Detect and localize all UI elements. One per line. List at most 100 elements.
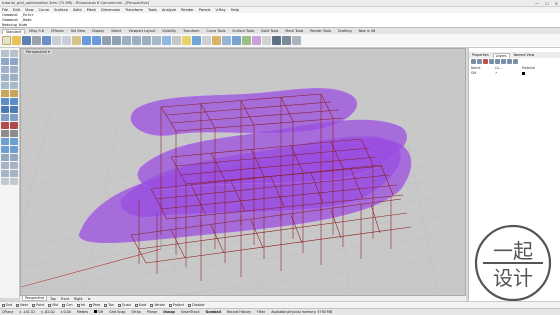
tab-front[interactable]: Front — [59, 297, 71, 301]
layer-icon[interactable] — [222, 36, 231, 45]
rotate-view-icon[interactable] — [112, 36, 121, 45]
split-icon[interactable] — [10, 162, 18, 169]
surface-icon[interactable] — [1, 90, 9, 97]
tools-icon[interactable] — [513, 59, 518, 64]
import-icon[interactable] — [42, 36, 51, 45]
mode-gumball[interactable]: Gumball — [206, 310, 221, 314]
delete-layer-icon[interactable] — [483, 59, 488, 64]
zoom-icon[interactable] — [122, 36, 131, 45]
menu-file[interactable]: File — [2, 8, 8, 12]
render-preview-icon[interactable] — [10, 178, 18, 185]
osnap-tan[interactable]: Tan — [104, 303, 114, 307]
zoom-window-icon[interactable] — [132, 36, 141, 45]
polygon-icon[interactable] — [1, 82, 9, 89]
mode-record-history[interactable]: Record History — [227, 310, 251, 314]
layer-row[interactable]: GH ✓ — [469, 71, 560, 76]
menu-solid[interactable]: Solid — [73, 8, 82, 12]
minimize-button[interactable]: — — [535, 1, 539, 6]
boolean-difference-icon[interactable] — [10, 122, 18, 129]
current-layer-check[interactable]: ✓ — [495, 71, 522, 76]
trim-icon[interactable] — [1, 162, 9, 169]
curve-icon[interactable] — [10, 58, 18, 65]
open-folder-icon[interactable] — [12, 36, 21, 45]
osnap-project[interactable]: Project — [168, 303, 184, 307]
copy-object-icon[interactable] — [10, 138, 18, 145]
cylinder-icon[interactable] — [10, 106, 18, 113]
tab-right[interactable]: Right — [72, 297, 85, 301]
filter-icon[interactable] — [507, 59, 512, 64]
osnap-knot[interactable]: Knot — [134, 303, 146, 307]
polyline-icon[interactable] — [1, 58, 9, 65]
join-icon[interactable] — [1, 170, 9, 177]
scale-icon[interactable] — [10, 146, 18, 153]
mode-planar[interactable]: Planar — [147, 310, 157, 314]
menu-surface[interactable]: Surface — [54, 8, 68, 12]
mode-filter[interactable]: Filter — [257, 310, 265, 314]
explode-icon[interactable] — [10, 170, 18, 177]
new-layer-icon[interactable] — [471, 59, 476, 64]
grasshopper-icon[interactable] — [272, 36, 281, 45]
tab-properties[interactable]: Properties — [470, 53, 491, 57]
help-icon[interactable] — [292, 36, 301, 45]
vray-icon[interactable] — [282, 36, 291, 45]
layer-color-swatch[interactable] — [522, 71, 558, 76]
move-icon[interactable] — [1, 138, 9, 145]
text-icon[interactable] — [10, 130, 18, 137]
print-icon[interactable] — [32, 36, 41, 45]
material-icon[interactable] — [252, 36, 261, 45]
menu-render[interactable]: Render — [181, 8, 194, 12]
viewport-title[interactable]: Perspective ▾ — [24, 50, 52, 54]
sphere-icon[interactable] — [1, 106, 9, 113]
tab-named-view[interactable]: Named View — [512, 53, 537, 57]
mode-grid-snap[interactable]: Grid Snap — [109, 310, 125, 314]
dimension-icon[interactable] — [1, 130, 9, 137]
osnap-point[interactable]: Point — [32, 303, 44, 307]
analyze-icon[interactable] — [1, 178, 9, 185]
menu-help[interactable]: Help — [231, 8, 239, 12]
cut-icon[interactable] — [52, 36, 61, 45]
menu-edit[interactable]: Edit — [13, 8, 20, 12]
menu-mesh[interactable]: Mesh — [87, 8, 96, 12]
arc-icon[interactable] — [10, 66, 18, 73]
extrude-icon[interactable] — [10, 90, 18, 97]
new-file-icon[interactable] — [2, 36, 11, 45]
mode-smarttrack[interactable]: SmartTrack — [181, 310, 200, 314]
osnap-disable[interactable]: Disable — [188, 303, 204, 307]
add-viewport-button[interactable]: ⊕ — [86, 297, 93, 301]
menu-analyze[interactable]: Analyze — [162, 8, 176, 12]
circle-icon[interactable] — [1, 66, 9, 73]
perspective-viewport[interactable]: Perspective ▾ — [20, 48, 466, 296]
light-icon[interactable] — [182, 36, 191, 45]
point-icon[interactable] — [10, 50, 18, 57]
menu-tools[interactable]: Tools — [148, 8, 157, 12]
osnap-mid[interactable]: Mid — [48, 303, 58, 307]
move-to-parent-icon[interactable] — [501, 59, 506, 64]
mode-ortho[interactable]: Ortho — [131, 310, 140, 314]
move-down-icon[interactable] — [495, 59, 500, 64]
mesh-tools-icon[interactable] — [10, 114, 18, 121]
menu-dimension[interactable]: Dimension — [101, 8, 120, 12]
tab-top[interactable]: Top — [48, 297, 58, 301]
osnap-perp[interactable]: Perp — [88, 303, 100, 307]
solid-icon[interactable] — [1, 98, 9, 105]
move-up-icon[interactable] — [489, 59, 494, 64]
osnap-quad[interactable]: Quad — [117, 303, 131, 307]
select-points-icon[interactable] — [1, 50, 9, 57]
menu-curve[interactable]: Curve — [39, 8, 50, 12]
osnap-near[interactable]: Near — [16, 303, 28, 307]
menu-panels[interactable]: Panels — [199, 8, 211, 12]
osnap-vertex[interactable]: Vertex — [150, 303, 165, 307]
lock-icon[interactable] — [212, 36, 221, 45]
mode-osnap[interactable]: Osnap — [163, 310, 175, 314]
cplane-icon[interactable] — [172, 36, 181, 45]
four-views-icon[interactable] — [162, 36, 171, 45]
menu-vray[interactable]: V-Ray — [215, 8, 225, 12]
mirror-icon[interactable] — [1, 154, 9, 161]
zoom-extents-icon[interactable] — [142, 36, 151, 45]
zoom-selected-icon[interactable] — [152, 36, 161, 45]
properties-icon[interactable] — [232, 36, 241, 45]
mesh-icon[interactable] — [1, 114, 9, 121]
array-icon[interactable] — [10, 154, 18, 161]
select-icon[interactable] — [192, 36, 201, 45]
menu-transform[interactable]: Transform — [125, 8, 143, 12]
